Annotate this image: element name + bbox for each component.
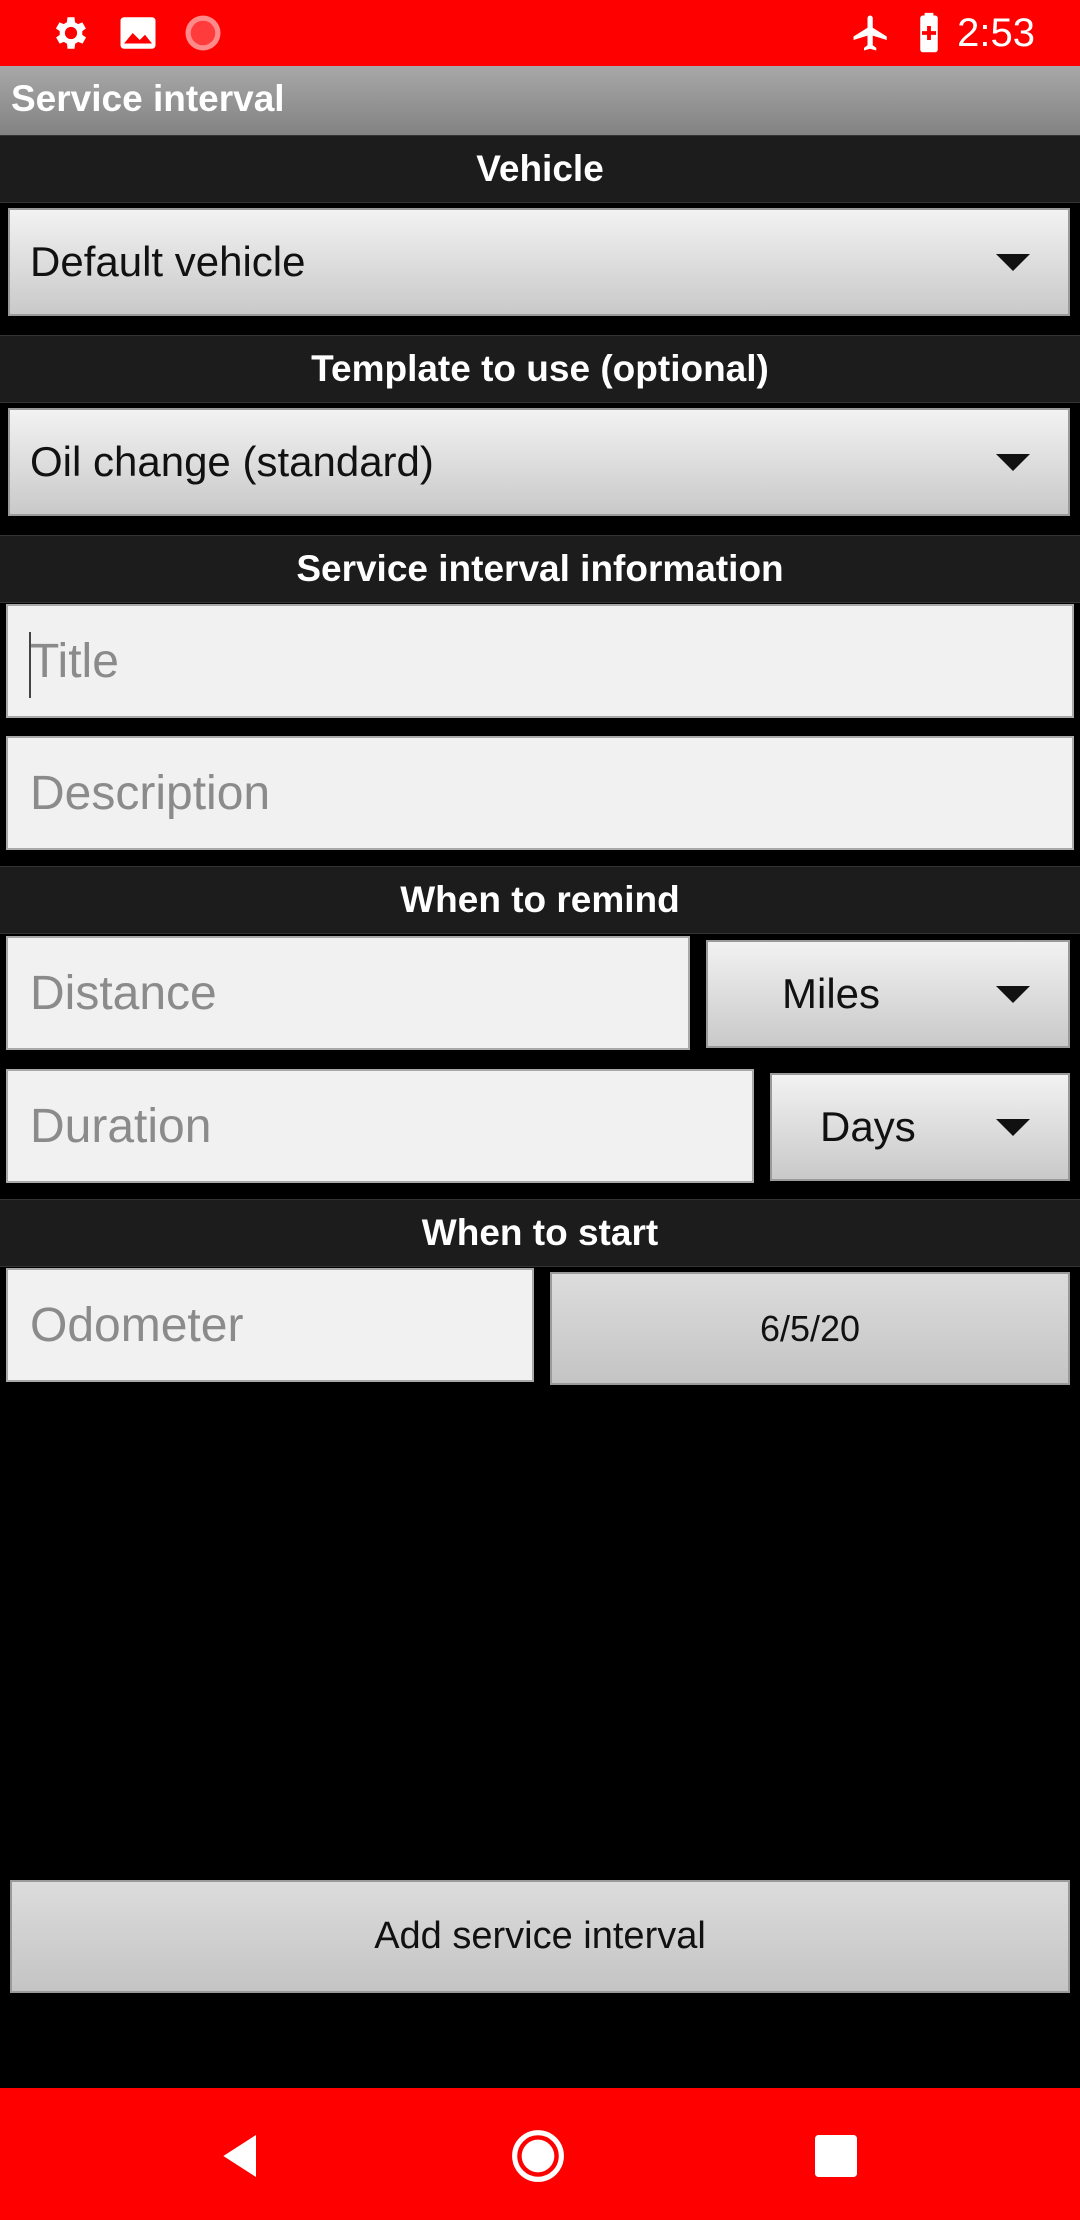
dropdown-arrow-icon bbox=[996, 254, 1030, 271]
dropdown-arrow-icon bbox=[996, 1119, 1030, 1136]
text-cursor bbox=[29, 632, 31, 698]
template-dropdown[interactable]: Oil change (standard) bbox=[8, 408, 1070, 516]
section-header-start: When to start bbox=[0, 1199, 1080, 1267]
distance-unit-value: Miles bbox=[782, 970, 881, 1017]
duration-unit-value: Days bbox=[820, 1103, 916, 1150]
duration-field[interactable] bbox=[6, 1069, 754, 1183]
title-input[interactable] bbox=[8, 606, 1072, 716]
distance-field[interactable] bbox=[6, 936, 690, 1050]
section-header-remind: When to remind bbox=[0, 866, 1080, 934]
section-header-information: Service interval information bbox=[0, 535, 1080, 603]
status-bar: 2:53 bbox=[0, 0, 1080, 66]
distance-input[interactable] bbox=[8, 938, 688, 1048]
start-date-button[interactable]: 6/5/20 bbox=[550, 1272, 1070, 1385]
image-icon bbox=[120, 17, 156, 49]
dropdown-arrow-icon bbox=[996, 986, 1030, 1003]
odometer-field[interactable] bbox=[6, 1268, 534, 1382]
dropdown-arrow-icon bbox=[996, 454, 1030, 471]
home-icon[interactable] bbox=[510, 2128, 566, 2184]
clock-time: 2:53 bbox=[957, 11, 1035, 55]
battery-icon bbox=[920, 12, 938, 53]
vehicle-dropdown-value: Default vehicle bbox=[30, 238, 306, 285]
distance-unit-dropdown[interactable]: Miles bbox=[706, 940, 1070, 1048]
navigation-bar bbox=[0, 2088, 1080, 2220]
section-header-template: Template to use (optional) bbox=[0, 335, 1080, 403]
settings-icon bbox=[55, 17, 87, 49]
recents-icon[interactable] bbox=[808, 2128, 864, 2184]
airplane-mode-icon bbox=[853, 15, 887, 51]
description-input[interactable] bbox=[8, 738, 1072, 848]
description-field[interactable] bbox=[6, 736, 1074, 850]
title-field[interactable] bbox=[6, 604, 1074, 718]
odometer-input[interactable] bbox=[8, 1270, 532, 1380]
add-service-interval-button[interactable]: Add service interval bbox=[10, 1880, 1070, 1993]
duration-unit-dropdown[interactable]: Days bbox=[770, 1073, 1070, 1181]
template-dropdown-value: Oil change (standard) bbox=[30, 438, 434, 485]
app-bar: Service interval bbox=[0, 66, 1080, 136]
recording-icon bbox=[185, 15, 221, 51]
vehicle-dropdown[interactable]: Default vehicle bbox=[8, 208, 1070, 316]
duration-input[interactable] bbox=[8, 1071, 752, 1181]
section-header-vehicle: Vehicle bbox=[0, 135, 1080, 203]
back-icon[interactable] bbox=[214, 2128, 270, 2184]
page-title: Service interval bbox=[11, 78, 285, 119]
